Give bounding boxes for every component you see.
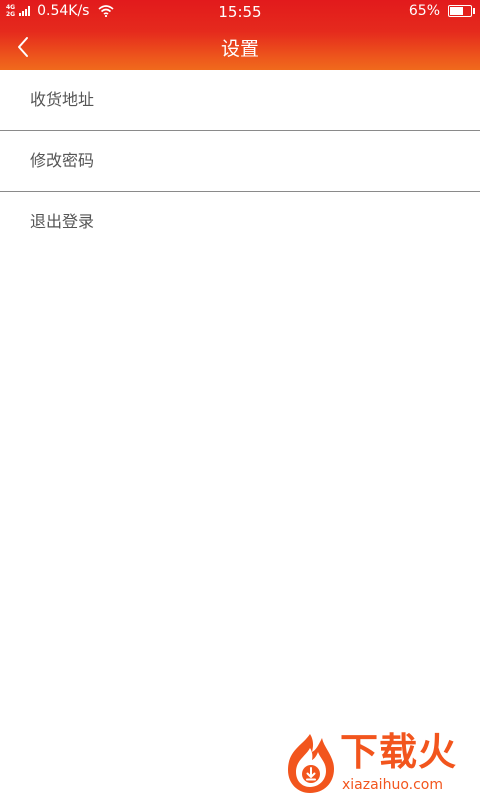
settings-menu: 收货地址 修改密码 退出登录 — [0, 70, 480, 252]
watermark-site: xiazaihuo.com — [342, 777, 443, 793]
menu-item-label: 收货地址 — [30, 90, 95, 109]
status-bar: 4G 2G 0.54K/s 15:55 65% — [0, 0, 480, 24]
menu-item-shipping-address[interactable]: 收货地址 — [0, 70, 480, 131]
menu-item-label: 退出登录 — [30, 212, 95, 231]
page-title: 设置 — [220, 38, 259, 60]
flame-download-icon — [288, 734, 334, 793]
watermark-logo: 下载火 xiazaihuo.com — [280, 728, 472, 798]
title-bar: 设置 — [0, 24, 480, 70]
menu-item-label: 修改密码 — [30, 151, 95, 170]
menu-item-logout[interactable]: 退出登录 — [0, 192, 480, 252]
battery-percent: 65% — [408, 3, 440, 19]
status-right: 65% — [408, 3, 475, 19]
battery-fill — [450, 7, 463, 15]
battery-icon — [448, 5, 475, 17]
watermark-brand: 下载火 — [340, 730, 458, 774]
app-header: 4G 2G 0.54K/s 15:55 65% 设置 — [0, 0, 480, 70]
menu-item-change-password[interactable]: 修改密码 — [0, 131, 480, 192]
